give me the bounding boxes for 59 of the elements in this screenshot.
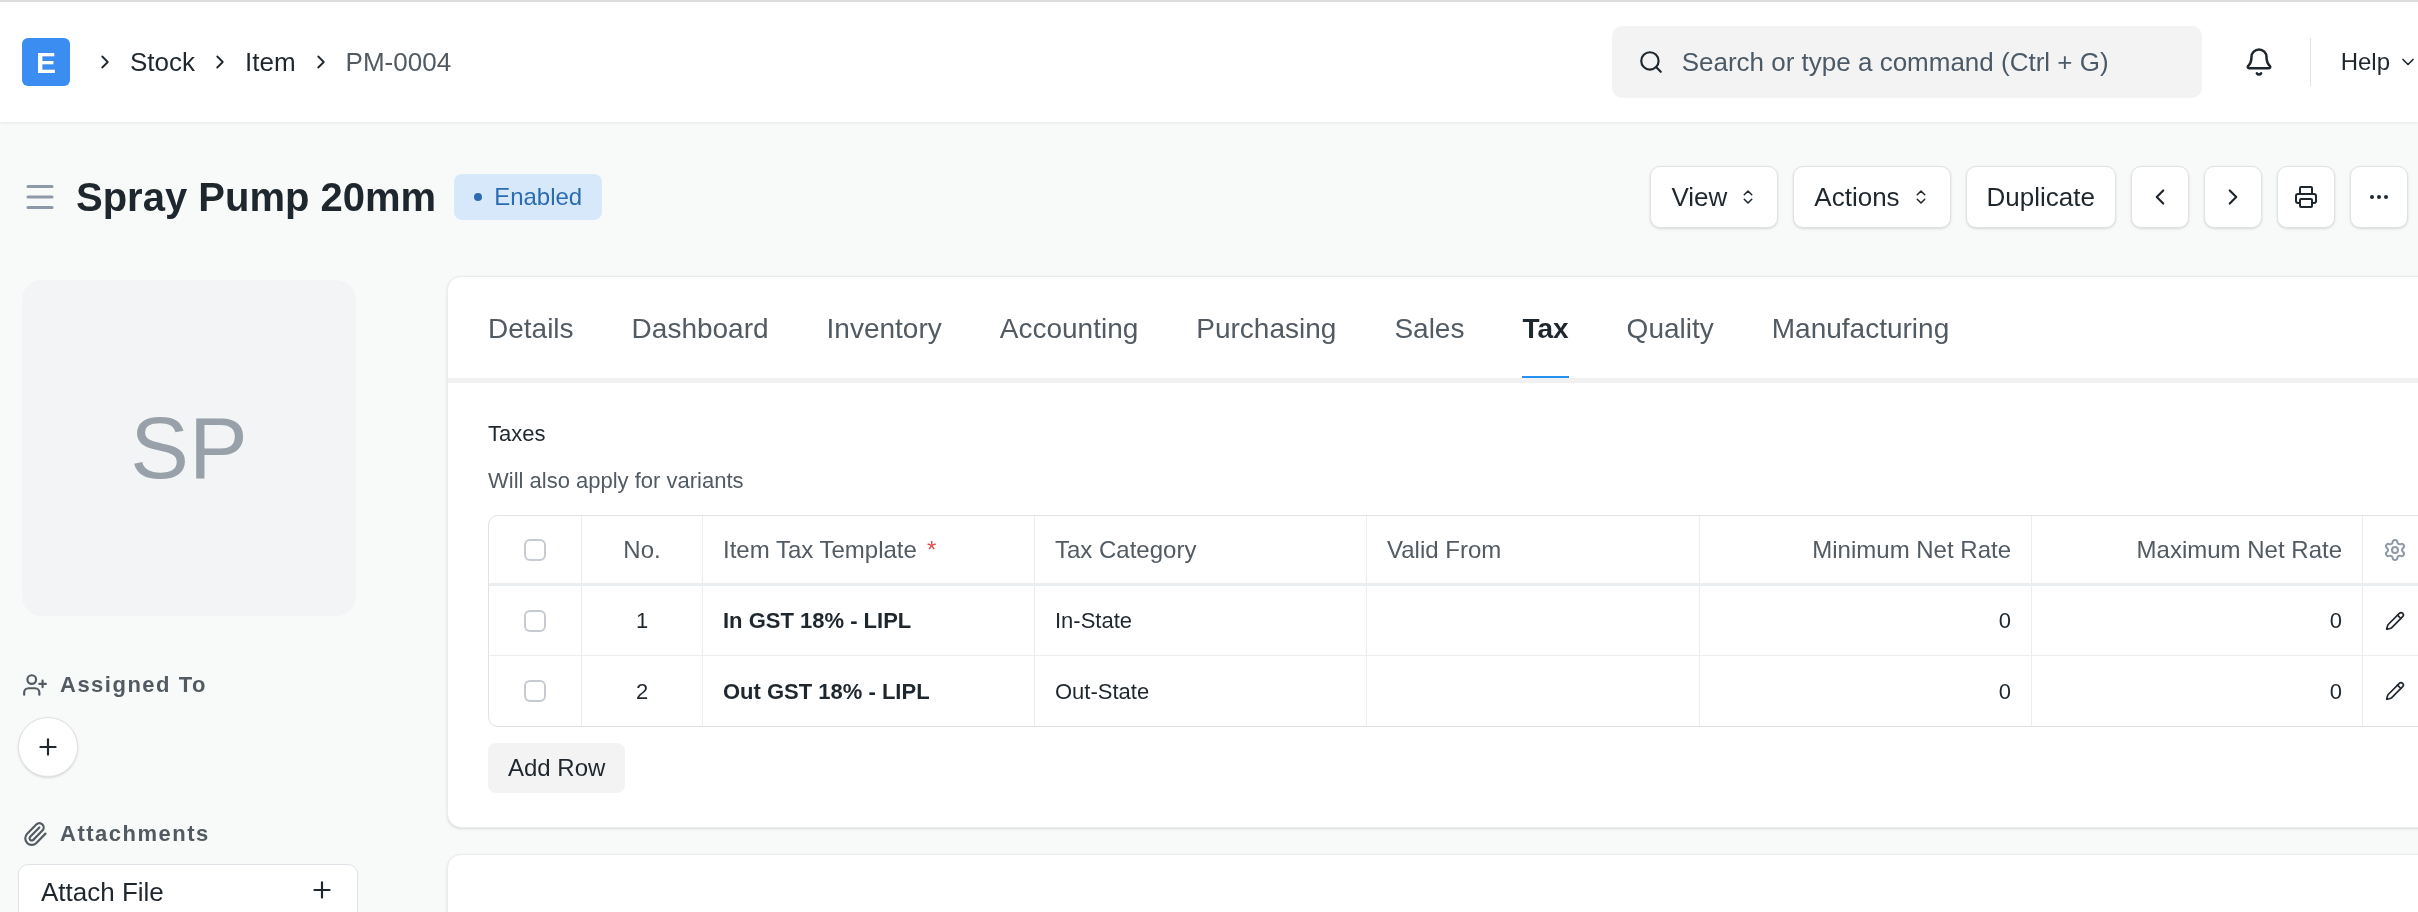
form-tab[interactable]: Sales <box>1394 277 1465 378</box>
dropdown-button[interactable]: Actions <box>1793 166 1951 228</box>
form-tab[interactable]: Quality <box>1626 277 1714 378</box>
table-cell-text: 0 <box>1998 677 2011 706</box>
table-cell-text: Out GST 18% - LIPL <box>723 677 930 706</box>
column-header: Tax Category <box>1035 516 1367 583</box>
help-menu[interactable]: Help <box>2340 44 2418 80</box>
add-assignee-button[interactable] <box>18 717 78 777</box>
column-header: Valid From <box>1367 516 1700 583</box>
add-row-button[interactable]: Add Row <box>488 743 626 793</box>
attachments-label: Attachments <box>60 820 210 848</box>
status-badge: Enabled <box>454 174 603 220</box>
form-tab[interactable]: Accounting <box>999 277 1139 378</box>
previous-button[interactable] <box>2131 166 2189 228</box>
attach-file-button[interactable]: Attach File <box>18 864 358 912</box>
breadcrumb-link[interactable]: Stock <box>130 42 196 82</box>
search-field[interactable]: Search or type a command (Ctrl + G) <box>1611 26 2202 98</box>
table-cell-text: 1 <box>635 607 649 635</box>
next-button[interactable] <box>2204 166 2262 228</box>
checkbox[interactable] <box>524 609 546 632</box>
more-button[interactable] <box>2350 166 2408 228</box>
form-tab[interactable]: Inventory <box>826 277 942 378</box>
edit-row-icon[interactable] <box>2385 610 2405 631</box>
form-tab[interactable]: Details <box>488 277 574 378</box>
breadcrumb-link[interactable]: PM-0004 <box>345 42 452 82</box>
search-icon <box>1637 49 1664 75</box>
table-cell-text: Out-State <box>1055 677 1150 706</box>
settings-icon[interactable] <box>2383 537 2407 562</box>
form-tab[interactable]: Manufacturing <box>1771 277 1950 378</box>
form-tab[interactable]: Tax <box>1522 277 1569 378</box>
column-header: Maximum Net Rate <box>2032 516 2363 583</box>
edit-row-icon[interactable] <box>2385 681 2405 701</box>
table-cell-text: 2 <box>635 677 649 706</box>
column-header: Item Tax Template * <box>703 516 1035 583</box>
table-cell-text: 0 <box>1998 607 2011 635</box>
item-avatar: SP <box>22 280 356 616</box>
dropdown-button[interactable]: View <box>1650 166 1779 228</box>
column-header: Minimum Net Rate <box>1700 516 2032 583</box>
duplicate-button[interactable]: Duplicate <box>1965 166 2116 228</box>
form-tab[interactable]: Purchasing <box>1196 277 1337 378</box>
page-title: Spray Pump 20mm <box>76 174 437 221</box>
user-plus-icon <box>22 671 48 698</box>
table-cell-text: In-State <box>1055 607 1133 635</box>
breadcrumb-link[interactable]: Item <box>245 42 296 82</box>
paperclip-icon <box>22 820 48 847</box>
table-cell-text: In GST 18% - LIPL <box>723 607 912 635</box>
print-button[interactable] <box>2277 166 2335 228</box>
printer-icon <box>2294 185 2318 209</box>
section-description: Will also apply for variants <box>488 467 745 495</box>
form-tab[interactable]: Dashboard <box>631 277 769 378</box>
assigned-to-label: Assigned To <box>60 671 207 699</box>
section-label: Taxes <box>488 420 547 448</box>
checkbox[interactable] <box>524 538 546 561</box>
table-cell-text: 0 <box>2329 607 2342 635</box>
table-cell-text: 0 <box>2329 677 2342 706</box>
column-header: No. <box>582 516 703 583</box>
checkbox[interactable] <box>524 680 546 702</box>
ellipsis-icon <box>2370 195 2388 199</box>
search-input[interactable]: Search or type a command (Ctrl + G) <box>1681 42 2176 82</box>
